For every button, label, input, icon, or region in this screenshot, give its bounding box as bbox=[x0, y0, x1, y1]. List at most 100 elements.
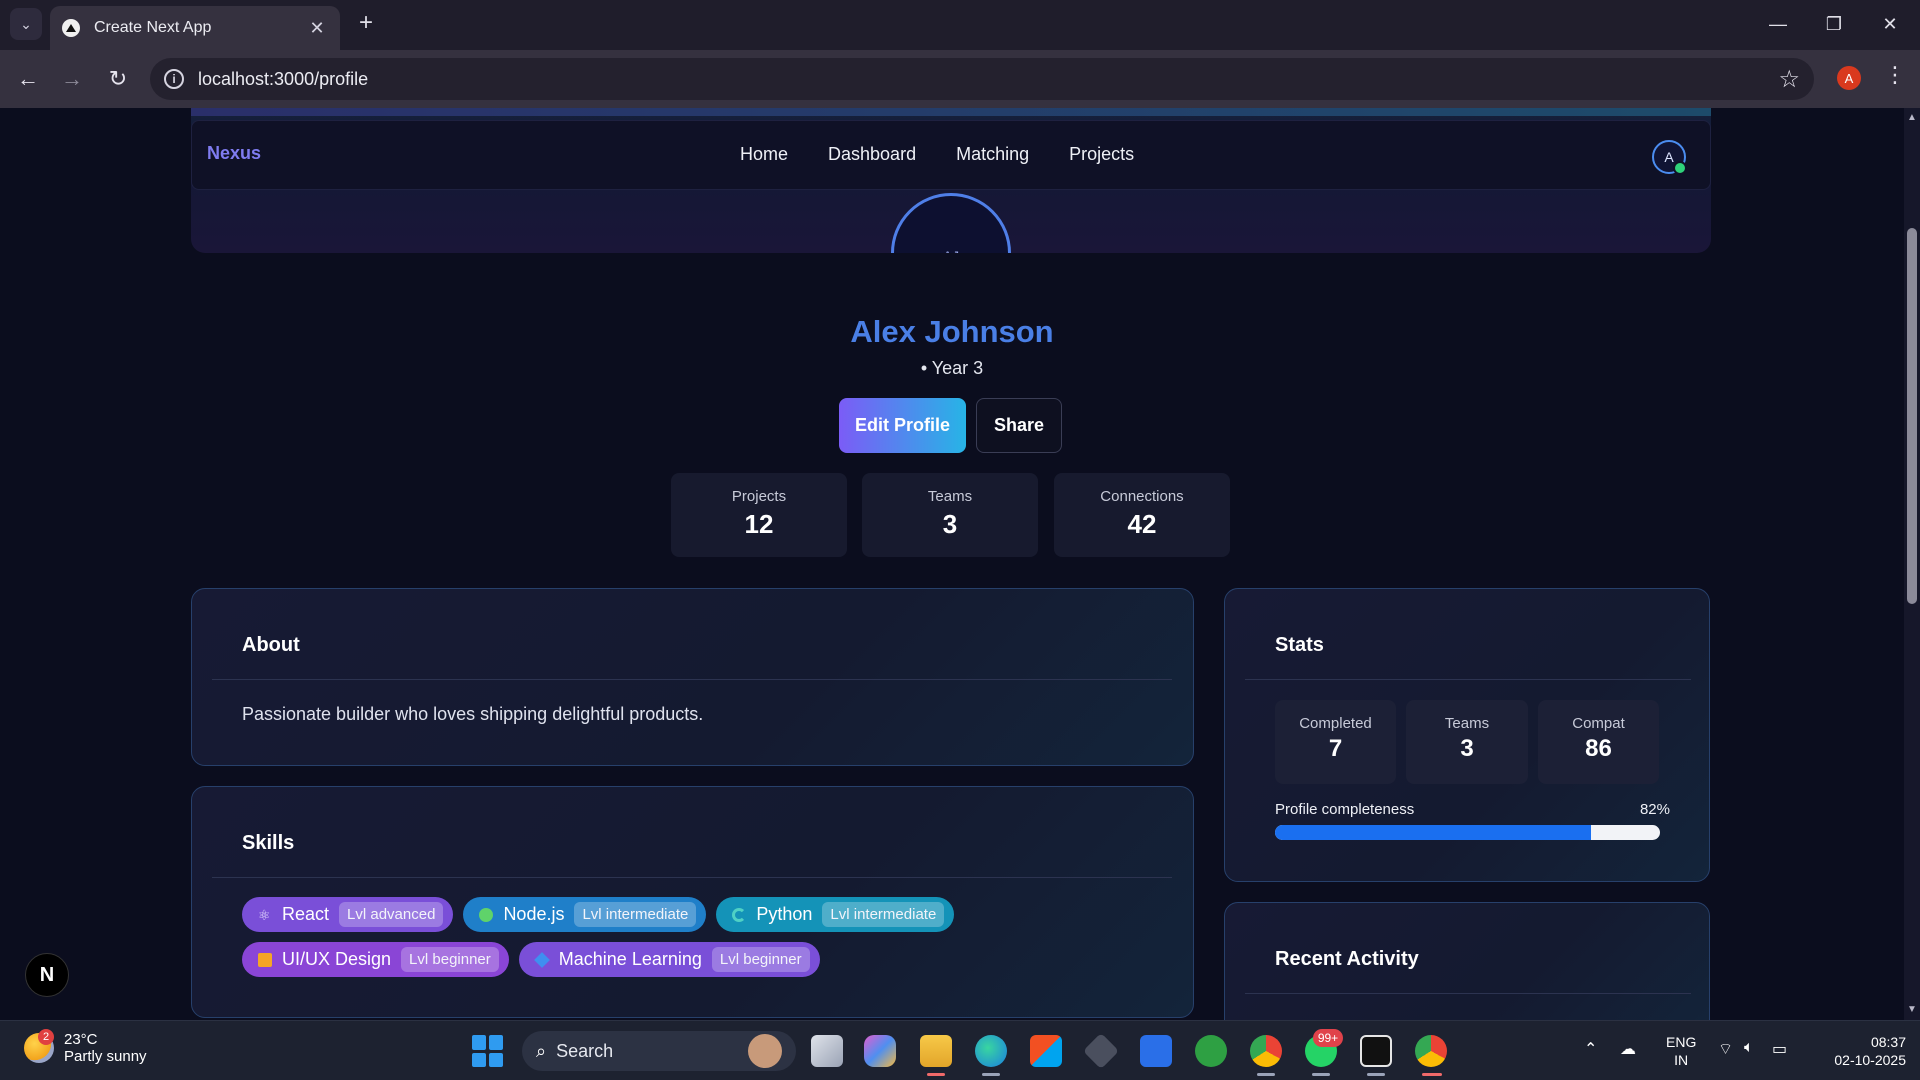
window-close-icon[interactable]: ✕ bbox=[1870, 8, 1910, 40]
browser-tab-active[interactable]: Create Next App ✕ bbox=[50, 6, 340, 50]
chrome-profile-icon[interactable] bbox=[1415, 1035, 1447, 1067]
skill-chip-python[interactable]: Python Lvl intermediate bbox=[716, 897, 955, 932]
profile-completeness-bar bbox=[1275, 825, 1660, 840]
bookmark-star-icon[interactable]: ☆ bbox=[1778, 65, 1800, 94]
stat-teams: Teams 3 bbox=[1406, 700, 1528, 784]
profile-name: Alex Johnson bbox=[850, 314, 1054, 349]
nav-link-projects[interactable]: Projects bbox=[1069, 144, 1134, 165]
skill-level: Lvl beginner bbox=[401, 947, 499, 972]
running-indicator-active bbox=[1422, 1073, 1442, 1076]
browser-profile-avatar[interactable]: A bbox=[1837, 66, 1861, 90]
divider bbox=[1245, 679, 1691, 680]
skill-chip-uiux[interactable]: UI/UX Design Lvl beginner bbox=[242, 942, 509, 977]
onedrive-cloud-icon[interactable]: ☁ bbox=[1620, 1039, 1636, 1059]
url-text[interactable]: localhost:3000/profile bbox=[198, 69, 1778, 90]
nav-link-home[interactable]: Home bbox=[740, 144, 788, 165]
whatsapp-unread-badge: 99+ bbox=[1313, 1029, 1343, 1047]
tab-search-chevron-icon[interactable]: ⌄ bbox=[10, 8, 42, 40]
profile-year: • Year 3 bbox=[920, 358, 984, 378]
profile-completeness-label: Profile completeness bbox=[1275, 801, 1415, 818]
file-explorer-icon[interactable] bbox=[920, 1035, 952, 1067]
chrome-icon[interactable] bbox=[1250, 1035, 1282, 1067]
page-scrollbar[interactable]: ▲ ▼ bbox=[1904, 108, 1920, 1020]
orange-square-icon bbox=[258, 952, 272, 967]
unity-hub-icon[interactable] bbox=[1082, 1032, 1120, 1070]
brand-logo[interactable]: Nexus bbox=[207, 143, 261, 164]
stat-card-connections: Connections 42 bbox=[1054, 473, 1230, 557]
skill-chip-react[interactable]: ⚛ React Lvl advanced bbox=[242, 897, 454, 932]
task-view-icon[interactable] bbox=[811, 1035, 843, 1067]
nav-link-dashboard[interactable]: Dashboard bbox=[828, 144, 916, 165]
nav-link-matching[interactable]: Matching bbox=[956, 144, 1029, 165]
browser-menu-icon[interactable]: ⋮ bbox=[1884, 62, 1906, 88]
mini-label: Completed bbox=[1299, 715, 1372, 732]
back-arrow-icon[interactable]: ← bbox=[12, 63, 44, 95]
about-text: Passionate builder who loves shipping de… bbox=[242, 704, 704, 724]
skill-level: Lvl intermediate bbox=[822, 902, 945, 927]
top-navbar: Nexus Home Dashboard Matching Projects A bbox=[191, 120, 1711, 190]
stat-card-projects: Projects 12 bbox=[671, 473, 847, 557]
system-clock[interactable]: 08:37 02-10-2025 bbox=[1810, 1033, 1906, 1069]
language-code: ENG bbox=[1666, 1034, 1697, 1050]
search-label: Search bbox=[556, 1040, 614, 1061]
windows-start-icon[interactable] bbox=[472, 1035, 504, 1067]
tab-title: Create Next App bbox=[94, 19, 212, 36]
skill-chip-ml[interactable]: Machine Learning Lvl beginner bbox=[518, 942, 820, 977]
scroll-up-arrow-icon[interactable]: ▲ bbox=[1904, 110, 1920, 126]
online-status-dot bbox=[1673, 161, 1687, 175]
wifi-icon[interactable]: ⌔ bbox=[1718, 1039, 1733, 1059]
reload-icon[interactable]: ↻ bbox=[102, 63, 134, 95]
new-tab-plus-icon[interactable]: + bbox=[352, 10, 380, 38]
volume-icon[interactable]: 🔈︎ bbox=[1744, 1039, 1754, 1057]
running-indicator bbox=[1257, 1073, 1275, 1076]
epic-games-icon[interactable] bbox=[1360, 1035, 1392, 1067]
stat-card-teams: Teams 3 bbox=[862, 473, 1038, 557]
skill-name: Node.js bbox=[503, 904, 565, 924]
edit-profile-button[interactable]: Edit Profile bbox=[839, 398, 966, 453]
diamond-icon bbox=[533, 951, 550, 968]
profile-hero-banner: Nexus Home Dashboard Matching Projects A… bbox=[191, 108, 1711, 253]
running-indicator bbox=[1367, 1073, 1385, 1076]
clock-date: 02-10-2025 bbox=[1834, 1052, 1906, 1068]
page-viewport: Nexus Home Dashboard Matching Projects A… bbox=[0, 108, 1904, 1020]
profile-avatar: AJ bbox=[891, 193, 1011, 253]
mini-label: Teams bbox=[1444, 715, 1490, 732]
nextjs-dev-indicator[interactable]: N bbox=[25, 953, 69, 997]
skill-chip-nodejs[interactable]: Node.js Lvl intermediate bbox=[463, 897, 707, 932]
stats-panel: Stats Completed 7 Teams 3 Compat 86 Prof… bbox=[1224, 588, 1710, 882]
weather-widget[interactable]: 2 23°C Partly sunny bbox=[24, 1029, 147, 1065]
stat-label: Connections bbox=[1100, 488, 1184, 505]
stat-label: Projects bbox=[731, 488, 787, 505]
profile-completeness-fill bbox=[1275, 825, 1591, 840]
taskbar-search[interactable]: ⌕ Search bbox=[522, 1031, 796, 1071]
recent-activity-panel: Recent Activity bbox=[1224, 902, 1710, 1020]
running-indicator bbox=[927, 1073, 945, 1076]
skill-name: Machine Learning bbox=[558, 949, 702, 969]
scroll-thumb[interactable] bbox=[1907, 228, 1917, 604]
share-button[interactable]: Share bbox=[976, 398, 1062, 453]
address-bar[interactable]: i localhost:3000/profile ☆ bbox=[150, 58, 1814, 100]
search-highlight-icon bbox=[748, 1034, 782, 1068]
battery-icon[interactable]: ▭ bbox=[1772, 1039, 1787, 1059]
site-info-icon[interactable]: i bbox=[164, 69, 184, 89]
language-indicator[interactable]: ENG IN bbox=[1666, 1033, 1696, 1069]
edge-browser-icon[interactable] bbox=[975, 1035, 1007, 1067]
atom-icon: ⚛ bbox=[258, 906, 271, 923]
window-minimize-icon[interactable]: — bbox=[1758, 8, 1798, 40]
about-title: About bbox=[242, 634, 300, 656]
forward-arrow-icon[interactable]: → bbox=[56, 63, 88, 95]
skills-panel: Skills ⚛ React Lvl advanced Node.js Lvl … bbox=[191, 786, 1194, 1018]
weather-temperature: 23°C bbox=[64, 1031, 98, 1048]
nav-links: Home Dashboard Matching Projects bbox=[740, 144, 1134, 165]
app-launcher-icon[interactable] bbox=[1140, 1035, 1172, 1067]
microsoft-store-icon[interactable] bbox=[1030, 1035, 1062, 1067]
xbox-icon[interactable] bbox=[1195, 1035, 1227, 1067]
window-restore-icon[interactable]: ❐ bbox=[1814, 8, 1854, 40]
tab-close-icon[interactable]: ✕ bbox=[306, 18, 328, 39]
scroll-down-arrow-icon[interactable]: ▼ bbox=[1904, 1002, 1920, 1018]
copilot-icon[interactable] bbox=[864, 1035, 896, 1067]
stat-completed: Completed 7 bbox=[1275, 700, 1396, 784]
stat-compat: Compat 86 bbox=[1538, 700, 1659, 784]
nextjs-favicon-icon bbox=[62, 19, 80, 37]
show-hidden-icons-chevron-icon[interactable]: ⌃ bbox=[1584, 1039, 1597, 1059]
